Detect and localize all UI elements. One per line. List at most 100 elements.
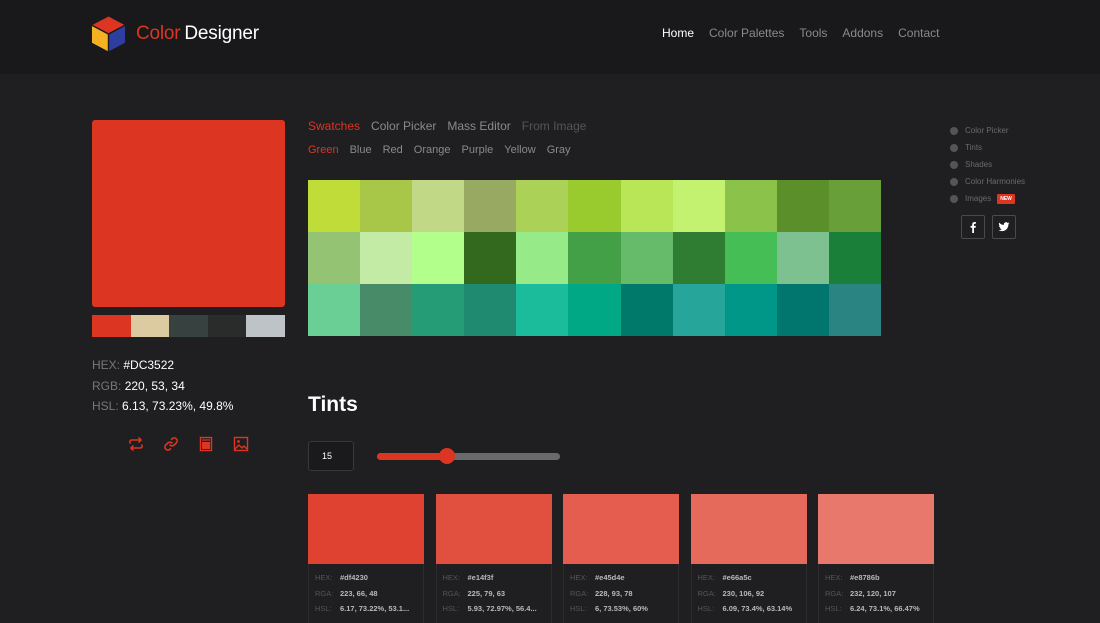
tint-hsl-value: 6, 73.53%, 60%	[595, 604, 648, 613]
swatch-cell[interactable]	[412, 284, 465, 336]
tint-card[interactable]: HEX: #e14f3f RGA: 225, 79, 63 HSL: 5.93, 72.9…	[435, 494, 552, 623]
social-links	[961, 215, 1023, 239]
swatch-cell[interactable]	[568, 284, 621, 336]
image-icon[interactable]	[233, 436, 249, 452]
nav-contact[interactable]: Contact	[898, 26, 939, 40]
subtab-green[interactable]: Green	[308, 144, 339, 156]
swatch-cell[interactable]	[828, 284, 881, 336]
swatch-cell[interactable]	[464, 284, 517, 336]
swatch-cell[interactable]	[568, 232, 621, 284]
logo[interactable]: Color Designer	[91, 15, 259, 53]
swatch-cell[interactable]	[828, 180, 881, 232]
subtab-orange[interactable]: Orange	[414, 144, 451, 156]
subtab-blue[interactable]: Blue	[350, 144, 372, 156]
swatch-cell[interactable]	[360, 232, 413, 284]
swatch-cell[interactable]	[516, 180, 569, 232]
subtab-yellow[interactable]: Yellow	[504, 144, 535, 156]
swatch-cell[interactable]	[828, 232, 881, 284]
palette-color[interactable]	[169, 315, 208, 337]
tint-hex-value: #e45d4e	[595, 573, 625, 582]
nav-addons[interactable]: Addons	[842, 26, 883, 40]
swatch-cell[interactable]	[516, 232, 569, 284]
tint-swatch[interactable]	[690, 494, 807, 564]
tint-hsl-value: 5.93, 72.97%, 56.4...	[467, 604, 537, 613]
tint-step-input[interactable]	[308, 441, 354, 471]
tint-card[interactable]: HEX: #e45d4e RGA: 228, 93, 78 HSL: 6, 73.53%,…	[563, 494, 679, 623]
swatch-cell[interactable]	[620, 284, 673, 336]
tint-card[interactable]: HEX: #df4230 RGA: 223, 66, 48 HSL: 6.17, 73.2…	[308, 494, 424, 623]
side-link-color-picker[interactable]: Color Picker	[950, 122, 1025, 139]
swatch-cell[interactable]	[724, 180, 777, 232]
side-link-tints[interactable]: Tints	[950, 139, 1025, 156]
bullet-icon	[950, 126, 958, 135]
swatch-cell[interactable]	[620, 232, 673, 284]
nav-color-palettes[interactable]: Color Palettes	[709, 26, 784, 40]
swatch-cell[interactable]	[360, 180, 413, 232]
link-icon[interactable]	[163, 436, 179, 452]
slider-thumb[interactable]	[438, 448, 455, 464]
tint-swatch[interactable]	[308, 494, 424, 564]
tint-rgb-value: 228, 93, 78	[595, 588, 633, 598]
palette-color[interactable]	[92, 315, 131, 337]
tint-rgb-value: 230, 106, 92	[722, 588, 765, 598]
tint-rgb-value: 223, 66, 48	[340, 588, 378, 598]
tab-color-picker[interactable]: Color Picker	[371, 119, 436, 133]
tint-hsl-label: HSL:	[315, 604, 332, 613]
facebook-icon	[970, 222, 976, 233]
swatch-cell[interactable]	[672, 232, 725, 284]
swatch-cell[interactable]	[620, 180, 673, 232]
tints-list: HEX: #df4230 RGA: 223, 66, 48 HSL: 6.17, 73.2…	[308, 494, 946, 623]
swatch-cell[interactable]	[776, 284, 829, 336]
palette-color[interactable]	[207, 315, 247, 337]
tint-hex-value: #e14f3f	[467, 573, 494, 582]
nav-home[interactable]: Home	[662, 26, 694, 40]
swatch-cell[interactable]	[776, 180, 829, 232]
tint-swatch[interactable]	[818, 494, 934, 564]
tint-rgb-row: RGA: 223, 66, 48	[315, 586, 417, 602]
swatch-cell[interactable]	[672, 284, 725, 336]
tint-card[interactable]: HEX: #e66a5c RGA: 230, 106, 92 HSL: 6.09, 73.…	[690, 494, 807, 623]
swatch-cell[interactable]	[412, 232, 465, 284]
tab-from-image[interactable]: From Image	[522, 119, 587, 133]
nav-tools[interactable]: Tools	[799, 26, 827, 40]
save-icon[interactable]	[198, 436, 214, 452]
swatch-cell[interactable]	[360, 284, 413, 336]
tint-hex-value: #df4230	[340, 573, 368, 582]
facebook-button[interactable]	[961, 215, 985, 239]
swatch-cell[interactable]	[412, 180, 465, 232]
tint-hsl-row: HSL: 6.24, 73.1%, 66.47%	[825, 601, 927, 617]
tint-slider[interactable]	[377, 448, 560, 464]
subtab-purple[interactable]: Purple	[462, 144, 494, 156]
swatch-cell[interactable]	[308, 232, 361, 284]
swatch-cell[interactable]	[776, 232, 829, 284]
twitter-button[interactable]	[992, 215, 1016, 239]
rgb-row: RGB: 220, 53, 34	[92, 376, 233, 397]
side-link-images[interactable]: Images NEW	[950, 190, 1025, 207]
swap-icon[interactable]	[128, 436, 144, 452]
tint-hsl-value: 6.17, 73.22%, 53.1...	[340, 604, 410, 613]
subtab-red[interactable]: Red	[383, 144, 403, 156]
swatch-cell[interactable]	[464, 180, 517, 232]
side-link-color-harmonies[interactable]: Color Harmonies	[950, 173, 1025, 190]
swatch-cell[interactable]	[308, 180, 361, 232]
tab-swatches[interactable]: Swatches	[308, 119, 360, 133]
subtab-gray[interactable]: Gray	[547, 144, 571, 156]
tint-swatch[interactable]	[435, 494, 552, 564]
tab-mass-editor[interactable]: Mass Editor	[447, 119, 510, 133]
tint-hex-row: HEX: #e45d4e	[570, 570, 672, 586]
bullet-icon	[950, 160, 958, 169]
swatch-cell[interactable]	[672, 180, 725, 232]
swatch-cell[interactable]	[724, 284, 777, 336]
swatch-cell[interactable]	[516, 284, 569, 336]
palette-color[interactable]	[130, 315, 170, 337]
tint-rgb-label: RGA:	[315, 588, 334, 598]
swatch-cell[interactable]	[568, 180, 621, 232]
palette-color[interactable]	[246, 315, 285, 337]
swatch-cell[interactable]	[464, 232, 517, 284]
swatch-cell[interactable]	[308, 284, 361, 336]
side-link-shades[interactable]: Shades	[950, 156, 1025, 173]
tint-card[interactable]: HEX: #e8786b RGA: 232, 120, 107 HSL: 6.24, 73…	[818, 494, 934, 623]
tint-swatch[interactable]	[563, 494, 679, 564]
bullet-icon	[950, 143, 958, 152]
swatch-cell[interactable]	[724, 232, 777, 284]
